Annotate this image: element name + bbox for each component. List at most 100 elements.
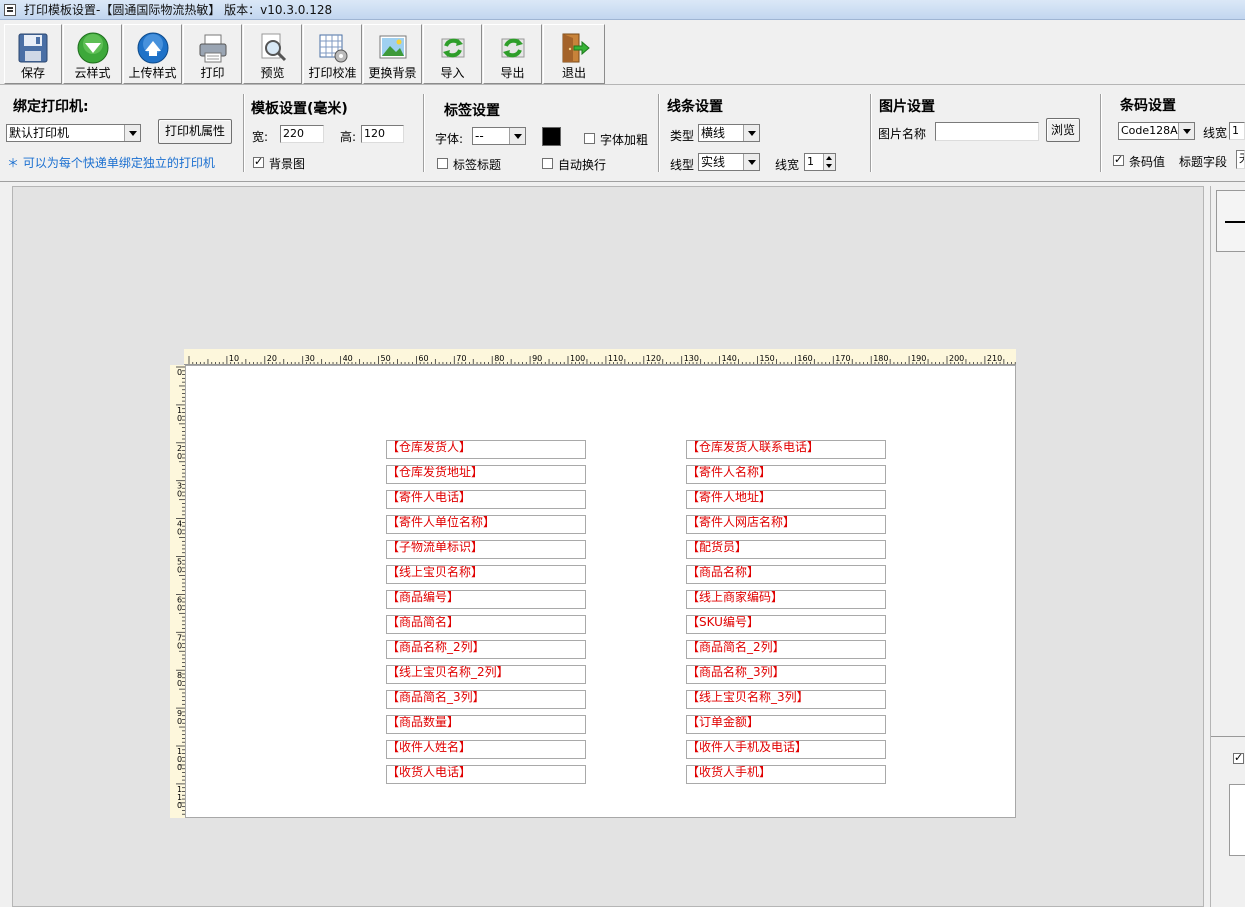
template-height-input[interactable]: 120	[361, 125, 404, 143]
print-calibrate-label: 打印校准	[308, 66, 357, 80]
image-name-input[interactable]	[935, 122, 1039, 141]
spinner-arrows-icon[interactable]	[823, 154, 835, 170]
template-field[interactable]: 【仓库发货人】	[386, 440, 586, 459]
line-type-value: 横线	[701, 126, 726, 140]
barcode-type-value: Code128A	[1121, 124, 1178, 137]
template-field[interactable]: 【寄件人名称】	[686, 465, 886, 484]
barcode-type-select[interactable]: Code128A	[1118, 122, 1195, 140]
template-field[interactable]: 【寄件人地址】	[686, 490, 886, 509]
blue-up-arrow-icon	[137, 32, 168, 64]
preview-button[interactable]: 预览	[243, 24, 302, 84]
template-field[interactable]: 【商品名称_3列】	[686, 665, 886, 684]
template-field[interactable]: 【子物流单标识】	[386, 540, 586, 559]
green-refresh-icon	[501, 38, 524, 58]
upload-style-label: 上传样式	[128, 66, 177, 80]
template-field[interactable]: 【SKU编号】	[686, 615, 886, 634]
print-calibrate-button[interactable]: 打印校准	[303, 24, 362, 84]
template-field[interactable]: 【商品简名_3列】	[386, 690, 586, 709]
font-select[interactable]: --	[472, 127, 526, 145]
template-field[interactable]: 【线上宝贝名称_3列】	[686, 690, 886, 709]
title-field-select[interactable]: 无	[1236, 150, 1245, 169]
ruler-v-label: 0	[177, 717, 182, 726]
barcode-section-title: 条码设置	[1120, 98, 1176, 114]
line-type-select[interactable]: 横线	[698, 124, 760, 142]
bold-checkbox[interactable]	[584, 133, 595, 144]
ruler-h-label: 50	[381, 354, 391, 363]
template-field[interactable]: 【商品名称】	[686, 565, 886, 584]
template-field[interactable]: 【收件人姓名】	[386, 740, 586, 759]
template-paper: 【仓库发货人】 【仓库发货地址】 【寄件人电话】 【寄件人单位名称】 【子物流单标识】【…	[185, 365, 1016, 818]
ruler-h-label: 170	[835, 354, 850, 363]
toolbar: 保存 云样式 上传样式 打印 预览 打印校准 更换背景 导入 导出 退出	[0, 21, 1245, 85]
chevron-down-icon[interactable]	[1178, 123, 1194, 139]
chevron-down-icon[interactable]	[743, 154, 759, 170]
font-color-swatch[interactable]	[542, 127, 561, 146]
template-field[interactable]: 【商品简名_2列】	[686, 640, 886, 659]
landscape-picture-icon	[379, 35, 406, 59]
template-field[interactable]: 【商品编号】	[386, 590, 586, 609]
right-panel-tab[interactable]	[1216, 190, 1245, 252]
right-panel-list[interactable]	[1229, 784, 1245, 856]
divider	[658, 94, 660, 172]
browse-button[interactable]: 浏览	[1046, 118, 1080, 142]
ruler-v-label: 0	[177, 490, 182, 499]
printer-select[interactable]: 默认打印机	[6, 124, 141, 142]
chevron-down-icon[interactable]	[743, 125, 759, 141]
import-label: 导入	[440, 66, 465, 80]
auto-wrap-checkbox[interactable]	[542, 158, 553, 169]
change-background-button[interactable]: 更换背景	[363, 24, 422, 84]
template-field[interactable]: 【收件人手机及电话】	[686, 740, 886, 759]
template-field[interactable]: 【配货员】	[686, 540, 886, 559]
template-field[interactable]: 【收货人电话】	[386, 765, 586, 784]
chevron-down-icon[interactable]	[124, 125, 140, 141]
green-down-arrow-icon	[77, 32, 108, 64]
template-field[interactable]: 【线上宝贝名称_2列】	[386, 665, 586, 684]
right-panel	[1210, 186, 1245, 907]
ruler-h-label: 110	[608, 354, 623, 363]
barcode-value-checkbox[interactable]	[1113, 153, 1124, 166]
template-field[interactable]: 【商品简名】	[386, 615, 586, 634]
template-field[interactable]: 【线上商家编码】	[686, 590, 886, 609]
save-button[interactable]: 保存	[4, 24, 62, 84]
template-field[interactable]: 【寄件人网店名称】	[686, 515, 886, 534]
ruler-v-label: 0	[177, 368, 182, 377]
template-field[interactable]: 【寄件人单位名称】	[386, 515, 586, 534]
template-width-input[interactable]: 220	[280, 125, 324, 143]
template-field[interactable]: 【商品名称_2列】	[386, 640, 586, 659]
divider	[870, 94, 872, 172]
ruler-h-label: 180	[873, 354, 888, 363]
template-field[interactable]: 【寄件人电话】	[386, 490, 586, 509]
printer-properties-button[interactable]: 打印机属性	[158, 119, 232, 144]
import-button[interactable]: 导入	[423, 24, 482, 84]
barcode-width-input[interactable]: 1	[1229, 122, 1245, 140]
template-section-title: 模板设置(毫米)	[251, 101, 348, 117]
line-width-spinner[interactable]: 1	[804, 153, 836, 171]
ruler-h-label: 210	[987, 354, 1002, 363]
ruler-h-label: 120	[646, 354, 661, 363]
exit-button[interactable]: 退出	[543, 24, 605, 84]
template-field[interactable]: 【仓库发货人联系电话】	[686, 440, 886, 459]
print-button[interactable]: 打印	[183, 24, 242, 84]
template-field[interactable]: 【仓库发货地址】	[386, 465, 586, 484]
right-panel-checkbox[interactable]	[1233, 751, 1244, 764]
ruler-v-label: 0	[177, 801, 182, 810]
template-field[interactable]: 【收货人手机】	[686, 765, 886, 784]
upload-style-button[interactable]: 上传样式	[123, 24, 182, 84]
height-label: 高:	[340, 130, 357, 144]
template-field[interactable]: 【商品数量】	[386, 715, 586, 734]
horizontal-ruler: 10 20 30 40 50 60 70 80 90 100 110 120 130 140 150 160 1…	[184, 349, 1016, 365]
label-title-checkbox[interactable]	[437, 158, 448, 169]
line-type-label: 类型	[670, 129, 695, 143]
auto-wrap-label: 自动换行	[558, 158, 607, 172]
font-label: 字体:	[435, 132, 464, 146]
image-name-label: 图片名称	[878, 127, 927, 141]
export-button[interactable]: 导出	[483, 24, 542, 84]
line-width-label: 线宽	[775, 158, 800, 172]
cloud-style-button[interactable]: 云样式	[63, 24, 122, 84]
template-field[interactable]: 【线上宝贝名称】	[386, 565, 586, 584]
chevron-down-icon[interactable]	[509, 128, 525, 144]
background-checkbox[interactable]	[253, 155, 264, 168]
line-style-select[interactable]: 实线	[698, 153, 760, 171]
template-field[interactable]: 【订单金额】	[686, 715, 886, 734]
ruler-h-label: 200	[949, 354, 964, 363]
